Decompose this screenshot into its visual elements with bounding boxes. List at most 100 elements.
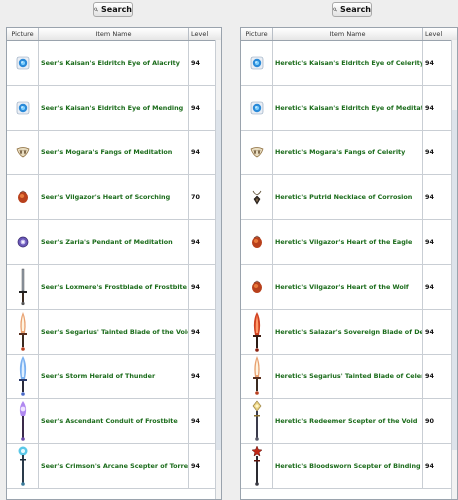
item-name-cell: Seer's Segarius' Tainted Blade of the Vo… (39, 309, 189, 354)
item-name-cell: Seer's Mogara's Fangs of Meditation (39, 130, 189, 175)
scrollbar-thumb[interactable] (216, 110, 221, 450)
vertical-scrollbar[interactable] (451, 40, 457, 499)
item-picture-cell (241, 220, 273, 264)
item-picture-cell (7, 220, 39, 264)
item-picture-cell (241, 354, 273, 399)
item-name-cell: Seer's Kaisan's Eldritch Eye of Alacrity (39, 41, 189, 85)
table-row[interactable]: Heretic's Mogara's Fangs of Celerity 94 (241, 130, 457, 176)
item-level-cell: 94 (191, 282, 200, 291)
item-name-cell: Heretic's Vilgazor's Heart of the Eagle (273, 220, 423, 264)
heart-icon (250, 280, 264, 294)
table-row[interactable]: Heretic's Segarius' Tainted Blade of Cel… (241, 354, 457, 400)
search-button-label: Search (101, 5, 132, 14)
eye-gem-icon (250, 101, 264, 115)
dagger-icon (18, 268, 28, 306)
table-row[interactable]: Seer's Loxmere's Frostblade of Frostbite… (7, 264, 221, 310)
table-row[interactable]: Heretic's Kaisan's Eldritch Eye of Celer… (241, 41, 457, 86)
item-name-cell: Seer's Zaria's Pendant of Meditation (39, 220, 189, 264)
left-panel: Search Picture Item Name Level Seer's Ka… (0, 0, 222, 500)
item-level-cell: 90 (425, 417, 434, 426)
item-name-cell: Seer's Storm Herald of Thunder (39, 354, 189, 399)
storm-blade-icon (17, 355, 29, 397)
item-level-cell: 94 (425, 282, 434, 291)
scrollbar-thumb[interactable] (452, 110, 457, 450)
table-row[interactable]: Heretic's Bloodsworn Scepter of Binding 9… (241, 444, 457, 489)
item-name-cell: Seer's Loxmere's Frostblade of Frostbite (39, 264, 189, 309)
pendant-icon (16, 235, 30, 249)
eye-gem-icon (16, 56, 30, 70)
search-button[interactable]: Search (332, 2, 372, 17)
item-picture-cell (241, 175, 273, 220)
item-picture-cell (7, 130, 39, 175)
scepter-icon (17, 445, 29, 487)
eye-gem-icon (250, 56, 264, 70)
table-body: Seer's Kaisan's Eldritch Eye of Alacrity… (7, 41, 221, 489)
item-picture-cell (7, 41, 39, 85)
flame-blade-icon (17, 311, 29, 353)
table-row[interactable]: Seer's Zaria's Pendant of Meditation 94 (7, 220, 221, 265)
column-header-picture[interactable]: Picture (241, 28, 273, 40)
table-row[interactable]: Heretic's Putrid Necklace of Corrosion 94 (241, 175, 457, 221)
item-level-cell: 94 (425, 58, 434, 67)
table-row[interactable]: Heretic's Kaisan's Eldritch Eye of Medit… (241, 85, 457, 131)
item-picture-cell (241, 309, 273, 354)
item-level-cell: 94 (191, 103, 200, 112)
item-picture-cell (241, 130, 273, 175)
item-name-cell: Heretic's Bloodsworn Scepter of Binding (273, 444, 423, 488)
column-header-picture[interactable]: Picture (7, 28, 39, 40)
item-picture-cell (241, 264, 273, 309)
item-picture-cell (7, 399, 39, 444)
item-picture-cell (241, 85, 273, 130)
table-row[interactable]: Heretic's Redeemer Scepter of the Void 90 (241, 399, 457, 445)
fangs-icon (15, 146, 31, 158)
right-panel: Search Picture Item Name Level Heretic's… (235, 0, 458, 500)
column-header-level[interactable]: Level (423, 28, 449, 40)
item-level-cell: 94 (191, 462, 200, 471)
table-row[interactable]: Seer's Crimson's Arcane Scepter of Torre… (7, 444, 221, 489)
table-row[interactable]: Seer's Kaisan's Eldritch Eye of Alacrity… (7, 41, 221, 86)
table-header: Picture Item Name Level (241, 28, 457, 41)
necklace-icon (250, 189, 264, 205)
golden-scepter-icon (251, 400, 263, 442)
flame-blade-icon (251, 355, 263, 397)
item-level-cell: 94 (191, 417, 200, 426)
item-level-cell: 94 (425, 327, 434, 336)
search-icon (94, 7, 98, 12)
column-header-item-name[interactable]: Item Name (273, 28, 423, 40)
item-level-cell: 94 (425, 103, 434, 112)
item-picture-cell (7, 175, 39, 220)
column-header-item-name[interactable]: Item Name (39, 28, 189, 40)
table-row[interactable]: Seer's Kaisan's Eldritch Eye of Mending 9… (7, 85, 221, 131)
item-level-cell: 94 (191, 327, 200, 336)
table-row[interactable]: Heretic's Vilgazor's Heart of the Wolf 94 (241, 264, 457, 310)
red-blade-icon (251, 311, 263, 353)
item-level-cell: 94 (191, 372, 200, 381)
item-name-cell: Heretic's Salazar's Sovereign Blade of D… (273, 309, 423, 354)
table-row[interactable]: Heretic's Salazar's Sovereign Blade of D… (241, 309, 457, 355)
item-level-cell: 70 (191, 193, 200, 202)
item-picture-cell (7, 444, 39, 488)
search-icon (333, 7, 337, 12)
item-picture-cell (241, 399, 273, 444)
item-name-cell: Heretic's Segarius' Tainted Blade of Cel… (273, 354, 423, 399)
table-row[interactable]: Seer's Storm Herald of Thunder 94 (7, 354, 221, 400)
table-row[interactable]: Heretic's Vilgazor's Heart of the Eagle 9… (241, 220, 457, 265)
vertical-scrollbar[interactable] (215, 40, 221, 499)
table-row[interactable]: Seer's Ascendant Conduit of Frostbite 94 (7, 399, 221, 445)
item-level-cell: 94 (191, 238, 200, 247)
item-picture-cell (7, 354, 39, 399)
table-row[interactable]: Seer's Vilgazor's Heart of Scorching 70 (7, 175, 221, 221)
table-row[interactable]: Seer's Mogara's Fangs of Meditation 94 (7, 130, 221, 176)
item-picture-cell (7, 264, 39, 309)
fangs-icon (249, 146, 265, 158)
item-picture-cell (241, 444, 273, 488)
table-row[interactable]: Seer's Segarius' Tainted Blade of the Vo… (7, 309, 221, 355)
heart-icon (16, 190, 30, 204)
violet-staff-icon (17, 400, 29, 442)
table-body: Heretic's Kaisan's Eldritch Eye of Celer… (241, 41, 457, 489)
item-level-cell: 94 (425, 193, 434, 202)
star-scepter-icon (250, 445, 263, 487)
column-header-level[interactable]: Level (189, 28, 215, 40)
search-button-label: Search (340, 5, 371, 14)
search-button[interactable]: Search (93, 2, 133, 17)
